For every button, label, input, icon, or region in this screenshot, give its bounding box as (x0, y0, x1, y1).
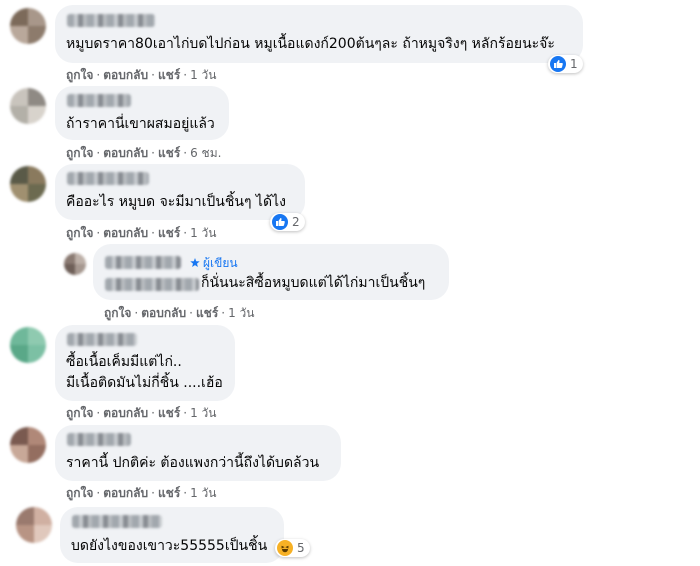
reply-button[interactable]: ตอบกลับ (103, 486, 148, 500)
timestamp[interactable]: 1 วัน (190, 406, 216, 420)
comment-text: ก็นั่นนะสิซื้อหมูบดแต่ได้ไก่มาเป็นชิ้นๆ (201, 275, 426, 291)
comment-actions: ถูกใจ · ตอบกลับ · แชร์ · 6 ชม. (66, 146, 222, 160)
commenter-name[interactable] (67, 172, 149, 185)
avatar[interactable] (10, 88, 46, 124)
comment-actions: ถูกใจ · ตอบกลับ · แชร์ · 1 วัน (66, 406, 217, 420)
commenter-name[interactable] (67, 433, 131, 446)
haha-reaction-icon (277, 540, 293, 556)
name-fragment (105, 278, 199, 291)
like-button[interactable]: ถูกใจ (66, 486, 93, 500)
share-button[interactable]: แชร์ (158, 68, 180, 82)
like-button[interactable]: ถูกใจ (104, 306, 131, 320)
timestamp[interactable]: 6 ชม. (190, 146, 221, 160)
commenter-name[interactable] (105, 256, 181, 269)
avatar[interactable] (10, 327, 46, 363)
timestamp[interactable]: 1 วัน (190, 68, 216, 82)
reply-button[interactable]: ตอบกลับ (103, 146, 148, 160)
avatar[interactable] (10, 8, 46, 44)
comment-actions: ถูกใจ · ตอบกลับ · แชร์ · 1 วัน (66, 68, 217, 82)
commenter-name[interactable] (67, 94, 131, 107)
author-icon (190, 258, 200, 267)
like-reaction-icon (550, 56, 566, 72)
comment-text: ถ้าราคานี่เขาผสมอยู่แล้ว (66, 116, 215, 132)
comment-text: มีเนื้อติดมันไม่กี่ชิ้น ....เฮ้อ (66, 375, 223, 391)
avatar[interactable] (10, 166, 46, 202)
reply-button[interactable]: ตอบกลับ (103, 68, 148, 82)
share-button[interactable]: แชร์ (158, 406, 180, 420)
share-button[interactable]: แชร์ (196, 306, 218, 320)
commenter-name[interactable] (67, 333, 137, 346)
author-badge: ผู้เขียน (190, 254, 238, 273)
timestamp[interactable]: 1 วัน (190, 486, 216, 500)
reaction-count[interactable]: 2 (270, 213, 305, 231)
reply-button[interactable]: ตอบกลับ (103, 406, 148, 420)
reply-button[interactable]: ตอบกลับ (141, 306, 186, 320)
share-button[interactable]: แชร์ (158, 486, 180, 500)
like-reaction-icon (272, 214, 288, 230)
avatar[interactable] (64, 253, 86, 275)
comment-actions: ถูกใจ · ตอบกลับ · แชร์ · 1 วัน (66, 486, 217, 500)
comment-actions: ถูกใจ · ตอบกลับ · แชร์ · 1 วัน (66, 226, 217, 240)
timestamp[interactable]: 1 วัน (228, 306, 254, 320)
timestamp[interactable]: 1 วัน (190, 226, 216, 240)
comment-actions: ถูกใจ · ตอบกลับ · แชร์ · 1 วัน (104, 306, 255, 320)
reaction-count[interactable]: 1 (548, 55, 583, 73)
avatar[interactable] (16, 507, 52, 543)
like-button[interactable]: ถูกใจ (66, 68, 93, 82)
comment-text: บดยังไงของเขาวะ55555เป็นชิ้น (71, 538, 268, 554)
share-button[interactable]: แชร์ (158, 146, 180, 160)
like-button[interactable]: ถูกใจ (66, 146, 93, 160)
reaction-count[interactable]: 5 (275, 539, 310, 557)
comment-text: ซื้อเนื้อเค็มมีแต่ไก่.. (66, 354, 182, 370)
like-button[interactable]: ถูกใจ (66, 406, 93, 420)
commenter-name[interactable] (67, 14, 155, 27)
commenter-name[interactable] (72, 515, 162, 528)
comment-text: หมูบดราคา80เอาไก่บดไปก่อน หมูเนื้อแดงก์2… (66, 36, 555, 52)
reply-button[interactable]: ตอบกลับ (103, 226, 148, 240)
avatar[interactable] (10, 427, 46, 463)
comment-text: ราคานี้ ปกติค่ะ ต้องแพงกว่านี้ถึงได้บดล้… (66, 455, 320, 471)
comment-text: คืออะไร หมูบด จะมีมาเป็นชิ้นๆ ได้ไง (66, 194, 286, 210)
like-button[interactable]: ถูกใจ (66, 226, 93, 240)
share-button[interactable]: แชร์ (158, 226, 180, 240)
